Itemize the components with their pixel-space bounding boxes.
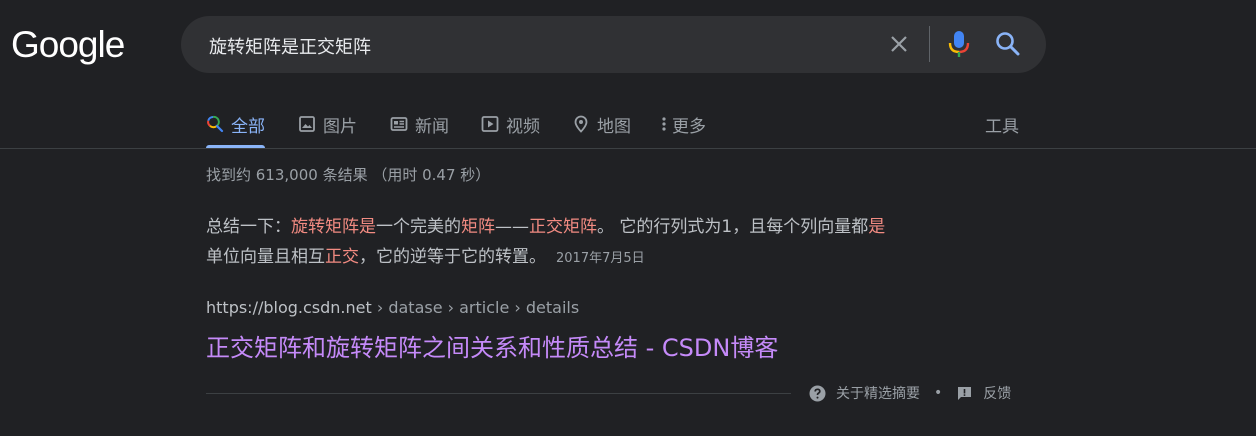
feedback-link[interactable]: 反馈: [983, 383, 1011, 403]
snippet-text: 单位向量且相互: [206, 247, 325, 267]
tab-label: 地图: [597, 116, 631, 137]
result-path: › datase › article › details: [371, 298, 580, 317]
search-icon[interactable]: [995, 31, 1021, 57]
clear-icon[interactable]: [887, 32, 911, 56]
image-icon: [299, 116, 315, 132]
snippet-highlight: 矩阵: [461, 217, 495, 237]
tab-label: 全部: [231, 116, 265, 137]
snippet-text: ，它的逆等于它的转置。: [359, 247, 546, 267]
tab-images[interactable]: 图片: [298, 100, 357, 148]
snippet-text: 总结一下：: [206, 217, 291, 237]
snippet-text: 一个完美的: [376, 217, 461, 237]
result-domain: https://blog.csdn.net: [206, 298, 372, 317]
news-icon: [390, 117, 408, 131]
search-box[interactable]: [181, 16, 1046, 75]
tab-maps[interactable]: 地图: [572, 100, 631, 148]
snippet-text: 。 它的行列式为1，且每个列向量都: [597, 217, 869, 237]
result-url[interactable]: https://blog.csdn.net › datase › article…: [206, 298, 579, 317]
microphone-icon[interactable]: [947, 30, 971, 58]
about-featured-snippets-link[interactable]: 关于精选摘要: [836, 383, 920, 403]
bullet-separator: •: [934, 385, 943, 401]
feedback-icon: [958, 386, 972, 400]
result-stats: 找到约 613,000 条结果 （用时 0.47 秒）: [206, 166, 491, 184]
snippet-highlight: 正交: [325, 247, 359, 267]
snippet-highlight: 正交矩阵: [529, 217, 597, 237]
snippet-highlight: 是: [868, 217, 886, 237]
tab-videos[interactable]: 视频: [481, 100, 540, 148]
tab-news[interactable]: 新闻: [390, 100, 449, 148]
more-vert-icon: [662, 117, 666, 131]
help-icon: [809, 385, 826, 401]
tab-more[interactable]: 更多: [660, 100, 706, 148]
featured-snippet: 总结一下：旋转矩阵是一个完美的矩阵——正交矩阵。 它的行列式为1，且每个列向量都…: [206, 212, 1016, 274]
tab-label: 新闻: [415, 116, 449, 137]
search-input[interactable]: [207, 16, 871, 75]
search-tabs: 全部 图片 新闻 视频 地图 更多 工具: [0, 100, 1256, 148]
snippet-footer-divider: [206, 393, 791, 394]
snippet-footer: 关于精选摘要 • 反馈: [809, 383, 1011, 403]
tab-label: 图片: [323, 116, 357, 137]
map-pin-icon: [574, 115, 588, 133]
search-divider: [929, 26, 930, 62]
play-icon: [481, 116, 499, 132]
result-title-link[interactable]: 正交矩阵和旋转矩阵之间关系和性质总结 - CSDN博客: [206, 328, 778, 363]
tabs-divider: [0, 148, 1256, 149]
search-icon: [207, 115, 224, 133]
google-logo[interactable]: Google: [11, 24, 125, 66]
tab-label: 更多: [672, 116, 706, 137]
tools-button[interactable]: 工具: [985, 100, 1019, 148]
snippet-date: 2017年7月5日: [556, 251, 645, 266]
tab-label: 视频: [506, 116, 540, 137]
tab-all[interactable]: 全部: [206, 100, 265, 148]
snippet-text: ——: [495, 217, 529, 237]
snippet-highlight: 旋转矩阵是: [291, 217, 376, 237]
